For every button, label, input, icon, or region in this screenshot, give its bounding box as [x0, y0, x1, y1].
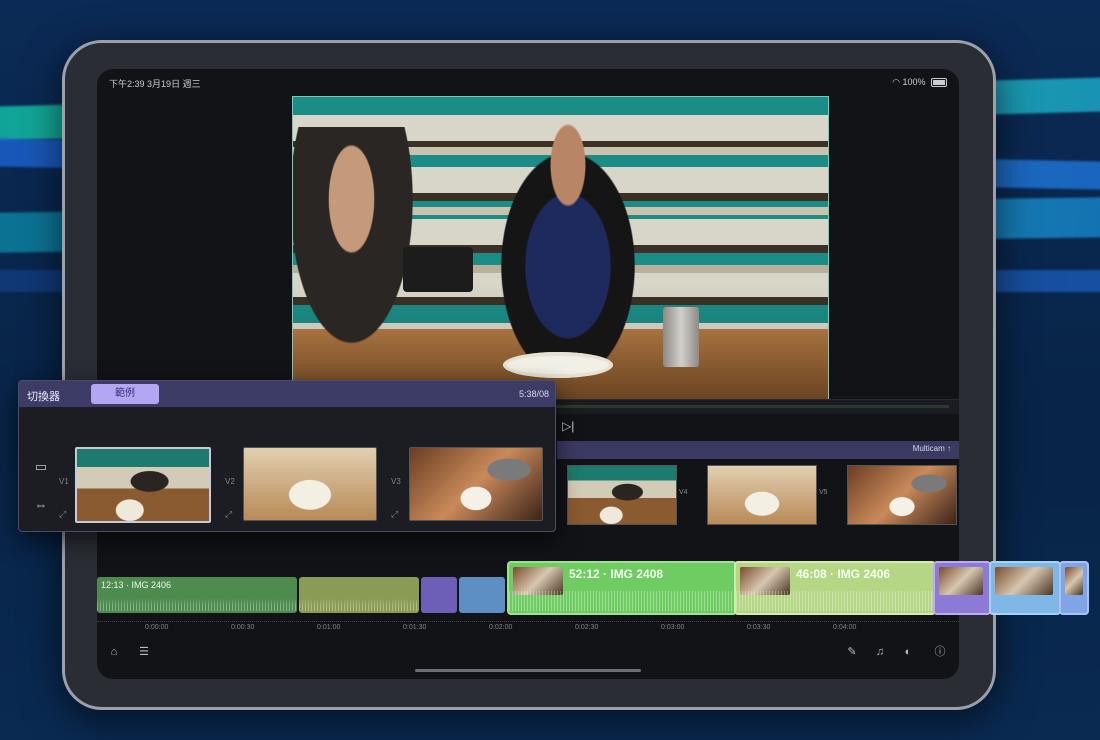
- angle-tag: V4: [679, 489, 688, 496]
- wifi-icon: ◠: [892, 77, 900, 87]
- help-icon[interactable]: ⓘ: [933, 645, 947, 659]
- timeline-clip[interactable]: [459, 577, 505, 613]
- ruler-tick: 0:01:00: [317, 624, 341, 631]
- angle-switcher-panel: 切換器 範例 5:38/08 ▭ ⇔ V1 ⤢ V2 ⤢ V3 ⤢: [18, 380, 556, 532]
- link-icon[interactable]: ⤢: [391, 509, 398, 520]
- effects-tool-icon[interactable]: ◐: [901, 645, 915, 659]
- timeline-clip-highlight[interactable]: [933, 561, 991, 615]
- timeline-clip-highlight[interactable]: 46:08 · IMG 2406: [734, 561, 936, 615]
- timeline-clip[interactable]: [299, 577, 419, 613]
- video-angle-icon[interactable]: ▭: [31, 459, 51, 475]
- ruler-tick: 0:03:00: [661, 624, 685, 631]
- scene-chef: [483, 122, 653, 362]
- status-time-date: 下午2:39 3月19日 週三: [109, 77, 201, 90]
- play-button-icon[interactable]: ▷|: [562, 419, 574, 433]
- clip-thumbnail: [939, 567, 983, 595]
- timeline-clip-highlight[interactable]: 52:12 · IMG 2408: [507, 561, 737, 615]
- timeline-clip-highlight[interactable]: [989, 561, 1061, 615]
- angle-label: V3: [391, 477, 401, 486]
- status-date: 3月19日 週三: [147, 79, 201, 89]
- ruler-tick: 0:03:30: [747, 624, 771, 631]
- scene-camera: [403, 247, 473, 292]
- switcher-angle-1[interactable]: [75, 447, 211, 523]
- ruler-tick: 0:04:00: [833, 624, 857, 631]
- ruler-tick: 0:00:00: [145, 624, 169, 631]
- link-icon[interactable]: ⤢: [59, 509, 66, 520]
- angle-label: V1: [59, 477, 69, 486]
- edit-tool-icon[interactable]: ✎: [845, 645, 859, 659]
- switcher-time: 5:38/08: [518, 389, 549, 399]
- audio-waveform: [509, 591, 735, 611]
- bottom-toolbar: ⌂ ☰ ✎ ♫ ◐ ⓘ: [97, 643, 959, 667]
- inspector-icon[interactable]: ☰: [137, 645, 151, 659]
- ruler-tick: 0:02:30: [575, 624, 599, 631]
- multicam-header: Multicam ↑: [557, 441, 959, 459]
- clip-label: 46:08 · IMG 2406: [796, 567, 891, 581]
- audio-tool-icon[interactable]: ♫: [873, 645, 887, 659]
- audio-waveform: [299, 595, 419, 611]
- angle-tag: V5: [819, 489, 828, 496]
- audio-waveform: [97, 595, 297, 611]
- link-icon[interactable]: ⤢: [225, 509, 232, 520]
- switcher-title: 切換器: [27, 391, 60, 403]
- timeline-ruler[interactable]: 0:00:00 0:00:30 0:01:00 0:01:30 0:02:00 …: [97, 621, 959, 640]
- status-time: 下午2:39: [109, 79, 145, 89]
- switcher-angle-3[interactable]: [409, 447, 543, 521]
- ruler-tick: 0:02:00: [489, 624, 513, 631]
- scene-utensil-cup: [663, 307, 699, 367]
- angle-thumbnail[interactable]: [707, 465, 817, 525]
- battery-icon: [931, 78, 947, 88]
- angle-thumbnail[interactable]: [567, 465, 677, 525]
- media-library-icon[interactable]: ⌂: [107, 645, 121, 659]
- audio-angle-icon[interactable]: ⇔: [31, 497, 51, 513]
- ruler-tick: 0:01:30: [403, 624, 427, 631]
- status-bar: 下午2:39 3月19日 週三 ◠ 100%: [109, 77, 947, 91]
- timeline-clip-highlight[interactable]: [1059, 561, 1089, 615]
- ruler-tick: 0:00:30: [231, 624, 255, 631]
- angle-label: V2: [225, 477, 235, 486]
- switcher-angle-2[interactable]: [243, 447, 377, 521]
- angle-strip: V4 V5: [557, 465, 959, 535]
- switcher-tab[interactable]: 範例: [91, 384, 159, 404]
- clip-label: 12:13 · IMG 2406: [101, 580, 172, 590]
- clip-label: 52:12 · IMG 2408: [569, 567, 664, 581]
- status-right: ◠ 100%: [892, 77, 947, 88]
- timeline-clip[interactable]: [421, 577, 457, 613]
- clip-thumbnail: [995, 567, 1053, 595]
- scene-plate: [503, 352, 613, 378]
- video-viewer[interactable]: [292, 96, 829, 400]
- clip-thumbnail: [1065, 567, 1083, 595]
- angle-thumbnail[interactable]: [847, 465, 957, 525]
- battery-percent: 100%: [902, 77, 926, 87]
- home-indicator: [415, 669, 641, 672]
- audio-waveform: [736, 591, 934, 611]
- switcher-header: 切換器 範例 5:38/08: [19, 381, 555, 407]
- timeline-clip[interactable]: 12:13 · IMG 2406: [97, 577, 297, 613]
- multicam-label[interactable]: Multicam ↑: [913, 444, 951, 453]
